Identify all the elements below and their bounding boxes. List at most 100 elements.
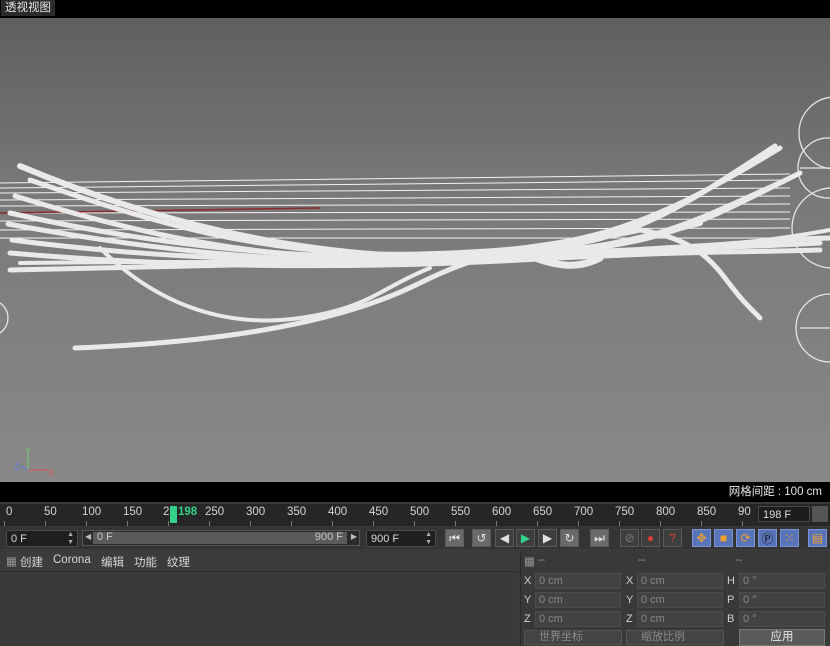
spinner-icon[interactable]: ▲ ▼ bbox=[425, 531, 432, 547]
timeline-button[interactable]: ▤ bbox=[808, 529, 827, 547]
tick-label: 400 bbox=[328, 506, 348, 518]
menu-edit[interactable]: 编辑 bbox=[101, 554, 124, 570]
start-frame-field[interactable]: 0 F ▲ ▼ bbox=[6, 530, 78, 547]
timeline-ruler[interactable]: 0 50 100 150 2 250 300 350 400 450 500 5… bbox=[0, 504, 830, 526]
rot-p-label: P bbox=[727, 594, 735, 606]
preview-range-slider[interactable]: ◀ 0 F 900 F ▶ bbox=[82, 530, 360, 546]
rot-b-field[interactable]: 0 ° bbox=[739, 611, 825, 627]
range-right-arrow-icon[interactable]: ▶ bbox=[351, 532, 357, 541]
play-icon: ▶ bbox=[520, 531, 531, 545]
end-frame-value: 900 F bbox=[371, 533, 400, 545]
playhead-marker[interactable] bbox=[170, 506, 177, 523]
rotate-icon: ⟳ bbox=[740, 531, 751, 545]
spinner-icon[interactable]: ▲ ▼ bbox=[67, 531, 74, 547]
axis-gizmo: Y X Z bbox=[14, 446, 54, 478]
ruler-tick bbox=[619, 521, 620, 526]
ruler-tick bbox=[742, 521, 743, 526]
size-z-label: Z bbox=[626, 613, 633, 625]
pos-x-field[interactable]: 0 cm bbox=[535, 573, 621, 589]
menu-corona[interactable]: Corona bbox=[53, 554, 91, 566]
apply-button[interactable]: 应用 bbox=[739, 629, 825, 646]
timeline-menu-button[interactable] bbox=[812, 506, 828, 522]
viewport-footer: 网格间距 : 100 cm bbox=[0, 482, 830, 502]
previous-frame-button[interactable]: ◀ bbox=[495, 529, 514, 547]
tick-label: 90 bbox=[738, 506, 751, 518]
skip-end-icon: ⏭ bbox=[594, 530, 605, 545]
previous-key-button[interactable]: ↺ bbox=[472, 529, 491, 547]
menu-texture[interactable]: 纹理 bbox=[167, 554, 190, 570]
panel-grip-icon[interactable]: ▦ bbox=[6, 554, 17, 568]
move-key-button[interactable]: ✥ bbox=[692, 529, 711, 547]
tick-label: 2 bbox=[163, 506, 170, 518]
ruler-tick bbox=[414, 521, 415, 526]
axis-z-label: Z bbox=[14, 462, 20, 472]
rot-h-field[interactable]: 0 ° bbox=[739, 573, 825, 589]
autokey-button[interactable]: ? bbox=[663, 529, 682, 547]
tick-label: 650 bbox=[533, 506, 553, 518]
axis-x-label: X bbox=[48, 468, 54, 478]
size-header: -- bbox=[638, 554, 646, 566]
pos-z-field[interactable]: 0 cm bbox=[535, 611, 621, 627]
tick-label: 800 bbox=[656, 506, 676, 518]
ruler-tick bbox=[45, 521, 46, 526]
ruler-tick bbox=[701, 521, 702, 526]
scale-key-button[interactable]: ■ bbox=[714, 529, 733, 547]
rot-p-field[interactable]: 0 ° bbox=[739, 592, 825, 608]
range-left-arrow-icon[interactable]: ◀ bbox=[85, 532, 91, 541]
current-frame-label: 198 bbox=[178, 506, 198, 518]
tick-label: 600 bbox=[492, 506, 512, 518]
size-x-field[interactable]: 0 cm bbox=[637, 573, 723, 589]
range-start-label: 0 F bbox=[97, 531, 113, 543]
current-frame-field[interactable]: 198 F bbox=[758, 506, 810, 522]
rot-h-label: H bbox=[727, 575, 735, 587]
tick-label: 450 bbox=[369, 506, 389, 518]
cube-icon: ■ bbox=[719, 531, 728, 545]
pos-y-label: Y bbox=[524, 594, 532, 606]
size-y-label: Y bbox=[626, 594, 634, 606]
perspective-viewport[interactable]: Y X Z bbox=[0, 18, 830, 482]
key-off-button[interactable]: ⊘ bbox=[620, 529, 639, 547]
pla-key-button[interactable]: ⁙ bbox=[780, 529, 799, 547]
record-button[interactable]: ● bbox=[641, 529, 660, 547]
move-icon: ✥ bbox=[696, 531, 707, 545]
record-icon: ● bbox=[646, 531, 655, 545]
position-header: -- bbox=[538, 554, 546, 566]
menu-create[interactable]: 创建 bbox=[20, 554, 43, 570]
ruler-tick bbox=[496, 521, 497, 526]
size-z-field[interactable]: 0 cm bbox=[637, 611, 723, 627]
tick-label: 250 bbox=[205, 506, 225, 518]
ruler-tick bbox=[86, 521, 87, 526]
pos-x-label: X bbox=[524, 575, 532, 587]
tick-label: 0 bbox=[6, 506, 13, 518]
film-icon: ▤ bbox=[811, 531, 824, 545]
ruler-tick bbox=[332, 521, 333, 526]
go-to-start-button[interactable]: ⏮ bbox=[445, 529, 464, 547]
tick-label: 550 bbox=[451, 506, 471, 518]
pos-y-field[interactable]: 0 cm bbox=[535, 592, 621, 608]
tick-label: 300 bbox=[246, 506, 266, 518]
range-fill[interactable]: 0 F 900 F bbox=[93, 531, 347, 544]
tick-label: 850 bbox=[697, 506, 717, 518]
scale-mode-dropdown[interactable]: 缩放比例 bbox=[626, 630, 724, 645]
next-key-button[interactable]: ↻ bbox=[560, 529, 579, 547]
end-frame-field[interactable]: 900 F ▲ ▼ bbox=[366, 530, 436, 547]
viewport-title[interactable]: 透视视图 bbox=[1, 0, 55, 16]
scene-render[interactable]: Y X Z bbox=[0, 18, 830, 482]
pos-z-label: Z bbox=[524, 613, 531, 625]
next-frame-button[interactable]: ▶ bbox=[538, 529, 557, 547]
param-key-button[interactable]: Ⓟ bbox=[758, 529, 777, 547]
menu-function[interactable]: 功能 bbox=[134, 554, 157, 570]
rotate-key-button[interactable]: ⟳ bbox=[736, 529, 755, 547]
grid-spacing-label: 网格间距 : 100 cm bbox=[728, 486, 822, 498]
rotation-header: -- bbox=[735, 554, 743, 566]
help-icon: ? bbox=[669, 531, 676, 545]
tick-label: 500 bbox=[410, 506, 430, 518]
coordinate-mode-dropdown[interactable]: 世界坐标 bbox=[524, 630, 622, 645]
ruler-tick bbox=[209, 521, 210, 526]
play-button[interactable]: ▶ bbox=[516, 529, 535, 547]
rot-b-label: B bbox=[727, 613, 735, 625]
panel-grip-icon[interactable]: ▦ bbox=[524, 554, 535, 568]
go-to-end-button[interactable]: ⏭ bbox=[590, 529, 609, 547]
size-y-field[interactable]: 0 cm bbox=[637, 592, 723, 608]
grid-dots-icon: ⁙ bbox=[784, 531, 795, 545]
